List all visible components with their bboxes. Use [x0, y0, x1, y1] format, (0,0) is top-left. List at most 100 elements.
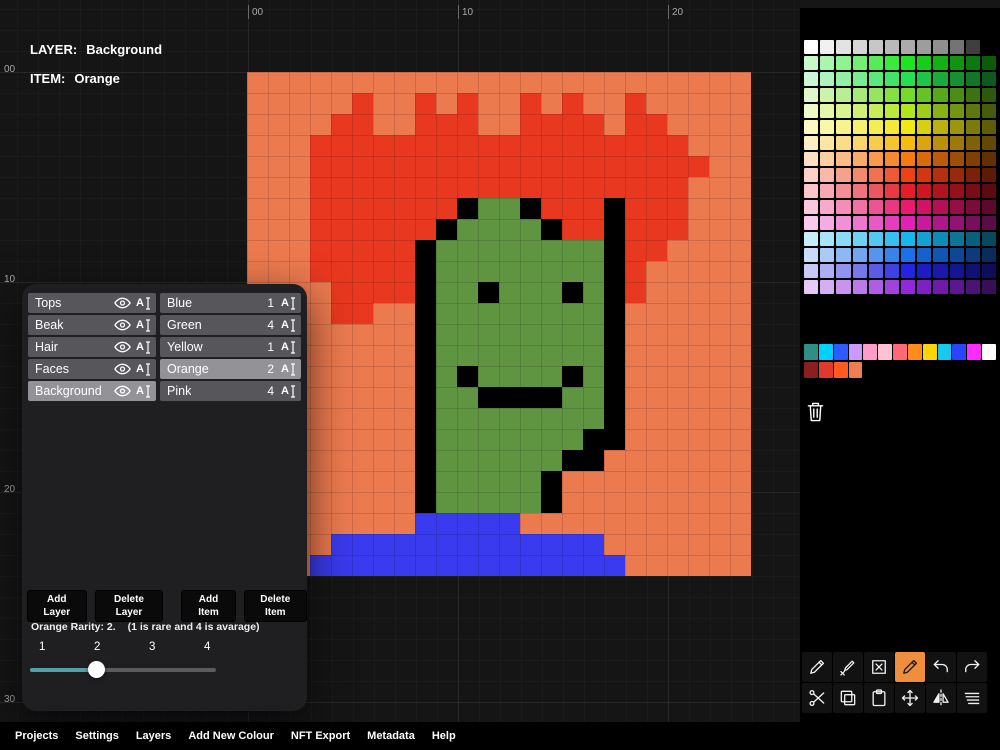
color-swatch[interactable] — [868, 56, 883, 70]
pixel-cell[interactable] — [646, 72, 667, 93]
pixel-cell[interactable] — [541, 534, 562, 555]
pixel-cell[interactable] — [730, 177, 751, 198]
pixel-cell[interactable] — [436, 450, 457, 471]
pixel-cell[interactable] — [373, 303, 394, 324]
pixel-cell[interactable] — [646, 366, 667, 387]
rename-icon[interactable]: A — [136, 296, 151, 310]
pixel-cell[interactable] — [352, 72, 373, 93]
color-swatch[interactable] — [901, 232, 916, 246]
color-swatch[interactable] — [933, 120, 948, 134]
pixel-cell[interactable] — [415, 408, 436, 429]
pixel-cell[interactable] — [562, 303, 583, 324]
pixel-cell[interactable] — [583, 219, 604, 240]
pixel-cell[interactable] — [625, 93, 646, 114]
pixel-cell[interactable] — [583, 345, 604, 366]
color-swatch[interactable] — [852, 216, 867, 230]
pixel-cell[interactable] — [499, 429, 520, 450]
color-swatch[interactable] — [949, 136, 964, 150]
color-swatch[interactable] — [868, 248, 883, 262]
pixel-cell[interactable] — [667, 93, 688, 114]
pixel-cell[interactable] — [457, 492, 478, 513]
pixel-cell[interactable] — [730, 534, 751, 555]
pencil-tool[interactable] — [802, 652, 832, 682]
pixel-cell[interactable] — [373, 282, 394, 303]
rename-icon[interactable]: A — [281, 340, 296, 354]
pixel-cell[interactable] — [709, 492, 730, 513]
pixel-cell[interactable] — [436, 555, 457, 576]
pixel-cell[interactable] — [583, 471, 604, 492]
color-swatch[interactable] — [965, 280, 980, 294]
pixel-cell[interactable] — [730, 345, 751, 366]
color-swatch[interactable] — [965, 72, 980, 86]
pixel-cell[interactable] — [625, 261, 646, 282]
pixel-cell[interactable] — [562, 345, 583, 366]
pixel-cell[interactable] — [268, 261, 289, 282]
pixel-cell[interactable] — [394, 471, 415, 492]
pixel-cell[interactable] — [499, 282, 520, 303]
scissors-tool[interactable] — [802, 683, 832, 713]
pixel-cell[interactable] — [310, 429, 331, 450]
pixel-cell[interactable] — [247, 135, 268, 156]
color-swatch[interactable] — [804, 104, 819, 118]
pixel-cell[interactable] — [436, 261, 457, 282]
pixel-cell[interactable] — [310, 93, 331, 114]
color-swatch[interactable] — [949, 264, 964, 278]
pixel-cell[interactable] — [562, 219, 583, 240]
pixel-cell[interactable] — [457, 387, 478, 408]
pixel-cell[interactable] — [499, 93, 520, 114]
pixel-cell[interactable] — [499, 555, 520, 576]
pixel-cell[interactable] — [457, 513, 478, 534]
pixel-cell[interactable] — [625, 492, 646, 513]
pixel-cell[interactable] — [310, 492, 331, 513]
color-swatch[interactable] — [804, 264, 819, 278]
color-swatch[interactable] — [949, 152, 964, 166]
color-swatch[interactable] — [868, 168, 883, 182]
color-swatch[interactable] — [949, 72, 964, 86]
pixel-cell[interactable] — [373, 72, 394, 93]
pixel-cell[interactable] — [520, 429, 541, 450]
color-swatch[interactable] — [820, 104, 835, 118]
pixel-cell[interactable] — [373, 324, 394, 345]
color-swatch[interactable] — [965, 184, 980, 198]
color-swatch[interactable] — [820, 152, 835, 166]
color-swatch[interactable] — [981, 280, 996, 294]
visibility-eye-icon[interactable] — [114, 297, 131, 309]
pixel-cell[interactable] — [373, 114, 394, 135]
pixel-cell[interactable] — [373, 471, 394, 492]
pixel-cell[interactable] — [436, 471, 457, 492]
pixel-cell[interactable] — [667, 492, 688, 513]
pixel-cell[interactable] — [457, 471, 478, 492]
color-swatch[interactable] — [917, 200, 932, 214]
pixel-cell[interactable] — [352, 492, 373, 513]
pixel-cell[interactable] — [457, 534, 478, 555]
pixel-cell[interactable] — [583, 93, 604, 114]
pixel-cell[interactable] — [583, 261, 604, 282]
pixel-cell[interactable] — [541, 492, 562, 513]
pixel-cell[interactable] — [520, 471, 541, 492]
color-swatch[interactable] — [868, 72, 883, 86]
pixel-cell[interactable] — [667, 135, 688, 156]
pixel-cell[interactable] — [457, 219, 478, 240]
pixel-cell[interactable] — [331, 555, 352, 576]
pixel-cell[interactable] — [310, 177, 331, 198]
pixel-cell[interactable] — [604, 72, 625, 93]
pixel-cell[interactable] — [730, 282, 751, 303]
pixel-cell[interactable] — [499, 534, 520, 555]
pixel-cell[interactable] — [436, 156, 457, 177]
pixel-cell[interactable] — [331, 492, 352, 513]
pixel-cell[interactable] — [394, 534, 415, 555]
rename-icon[interactable]: A — [136, 318, 151, 332]
color-swatch[interactable] — [901, 40, 916, 54]
color-swatch[interactable] — [884, 200, 899, 214]
flip-horizontal-tool[interactable] — [926, 683, 956, 713]
pixel-cell[interactable] — [373, 345, 394, 366]
pixel-cell[interactable] — [646, 240, 667, 261]
color-swatch[interactable] — [901, 136, 916, 150]
pixel-cell[interactable] — [688, 471, 709, 492]
pixel-cell[interactable] — [646, 114, 667, 135]
pixel-cell[interactable] — [352, 303, 373, 324]
pixel-cell[interactable] — [331, 450, 352, 471]
color-swatch[interactable] — [917, 88, 932, 102]
pixel-cell[interactable] — [373, 450, 394, 471]
pixel-cell[interactable] — [331, 177, 352, 198]
